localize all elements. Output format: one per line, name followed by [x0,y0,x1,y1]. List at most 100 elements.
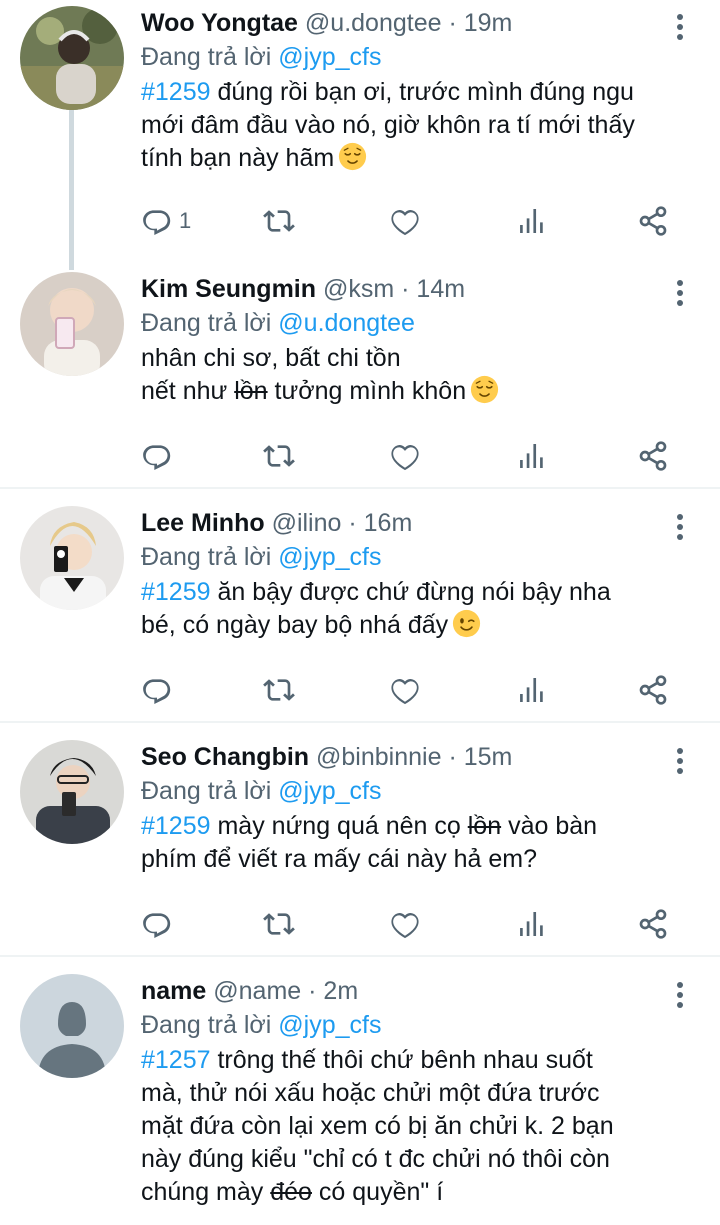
avatar[interactable] [20,6,124,110]
reply-mention-link[interactable]: @jyp_cfs [278,1011,381,1039]
display-name[interactable]: Kim Seungmin [141,275,316,303]
user-handle[interactable]: @ilino [272,509,342,537]
like-icon [389,440,421,472]
retweet-button[interactable] [263,201,295,241]
tweet-text: #1259 mày nứng quá nên cọ lồn vào bàn ph… [141,810,700,876]
text-line: chúng mày [141,1178,264,1206]
reply-button[interactable] [141,670,173,710]
reply-mention-link[interactable]: @jyp_cfs [278,43,381,71]
avatar[interactable] [20,272,124,376]
replying-prefix: Đang trả lời [141,43,272,71]
action-bar [141,436,701,476]
avatar[interactable] [20,740,124,844]
tweet-text: #1259 ăn bậy được chứ đừng nói bậy nha b… [141,576,700,642]
like-button[interactable] [389,436,421,476]
retweet-button[interactable] [263,436,295,476]
reply-mention-link[interactable]: @u.dongtee [278,309,415,337]
views-button[interactable] [515,201,547,241]
timestamp[interactable]: 19m [464,9,513,37]
default-profile-icon [20,974,124,1078]
retweet-button[interactable] [263,670,295,710]
hashtag-link[interactable]: #1257 [141,1046,211,1074]
views-button[interactable] [515,904,547,944]
avatar[interactable] [20,506,124,610]
text-line: trông thế thôi chứ bênh nhau suốt [217,1046,593,1074]
share-button[interactable] [637,904,669,944]
separator-dot: · [448,743,457,771]
text-line: tính bạn này hãm [141,144,335,172]
views-button[interactable] [515,436,547,476]
avatar[interactable] [20,974,124,1078]
timestamp[interactable]: 15m [464,743,513,771]
user-handle[interactable]: @name [213,977,301,1005]
share-icon [637,674,669,706]
reply-mention-link[interactable]: @jyp_cfs [278,777,381,805]
more-options-icon[interactable] [670,14,690,44]
action-bar [141,670,701,710]
views-button[interactable] [515,670,547,710]
reply-button[interactable] [141,904,173,944]
struck-word: lồn [467,812,502,840]
reply-icon [141,440,173,472]
text-line: mà, thử nói xấu hoặc chửi một đứa trước [141,1079,600,1107]
user-handle[interactable]: @binbinnie [316,743,441,771]
divider [0,721,720,723]
replying-to: Đang trả lời @jyp_cfs [141,40,700,74]
timestamp[interactable]: 16m [364,509,413,537]
text-line: đúng rồi bạn ơi, trước mình đúng ngu [217,78,634,106]
divider [0,955,720,957]
text-line: này đúng kiểu "chỉ có t đc chửi nó thôi … [141,1145,610,1173]
user-handle[interactable]: @u.dongtee [305,9,442,37]
text-line: mặt đứa còn lại xem có bị ăn chửi k. 2 b… [141,1112,614,1140]
tweet-header: Seo Changbin @binbinnie · 15m [141,740,700,774]
user-handle[interactable]: @ksm [323,275,394,303]
display-name[interactable]: name [141,977,206,1005]
reply-button[interactable]: 1 [141,201,191,241]
struck-word: đéo [270,1178,312,1206]
share-button[interactable] [637,436,669,476]
replying-to: Đang trả lời @jyp_cfs [141,774,700,808]
hashtag-link[interactable]: #1259 [141,578,211,606]
retweet-icon [263,205,295,237]
retweet-button[interactable] [263,904,295,944]
views-icon [515,674,547,706]
display-name[interactable]: Lee Minho [141,509,265,537]
display-name[interactable]: Woo Yongtae [141,9,298,37]
replying-prefix: Đang trả lời [141,777,272,805]
replying-to: Đang trả lời @u.dongtee [141,306,700,340]
more-options-icon[interactable] [670,982,690,1012]
tweet-header: Kim Seungmin @ksm · 14m [141,272,700,306]
action-bar [141,904,701,944]
replying-to: Đang trả lời @jyp_cfs [141,540,700,574]
separator-dot: · [448,9,457,37]
hashtag-link[interactable]: #1259 [141,78,211,106]
share-button[interactable] [637,670,669,710]
text-line: bé, có ngày bay bộ nhá đấy [141,611,449,639]
tweet-text: #1257 trông thế thôi chứ bênh nhau suốt … [141,1044,700,1209]
reply-count: 1 [179,208,192,233]
reply-mention-link[interactable]: @jyp_cfs [278,543,381,571]
like-icon [389,908,421,940]
more-options-icon[interactable] [670,280,690,310]
reply-button[interactable] [141,436,173,476]
share-button[interactable] [637,201,669,241]
like-icon [389,674,421,706]
hashtag-link[interactable]: #1259 [141,812,211,840]
text-line: có quyền" í [318,1178,444,1206]
like-button[interactable] [389,904,421,944]
separator-dot: · [348,509,357,537]
like-button[interactable] [389,670,421,710]
replying-prefix: Đang trả lời [141,309,272,337]
replying-prefix: Đang trả lời [141,543,272,571]
winking-face-emoji-icon [452,609,481,638]
views-icon [515,908,547,940]
timestamp[interactable]: 14m [416,275,465,303]
share-icon [637,440,669,472]
timestamp[interactable]: 2m [323,977,358,1005]
display-name[interactable]: Seo Changbin [141,743,309,771]
more-options-icon[interactable] [670,748,690,778]
more-options-icon[interactable] [670,514,690,544]
separator-dot: · [308,977,317,1005]
like-button[interactable] [389,201,421,241]
tweet-text: nhân chi sơ, bất chi tồn nết như lồn tưở… [141,342,700,408]
